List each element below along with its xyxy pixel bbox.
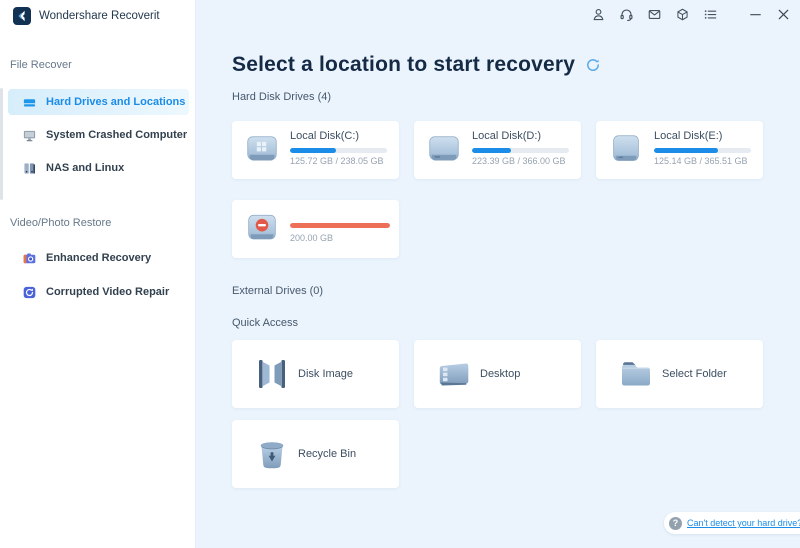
sidebar: Wondershare Recoverit File Recover Hard … — [0, 0, 196, 548]
sidebar-item-label: Enhanced Recovery — [46, 252, 152, 264]
usage-bar — [290, 223, 390, 228]
quick-access-label: Select Folder — [662, 368, 727, 380]
question-icon: ? — [669, 516, 682, 530]
blocked-drive-icon — [248, 214, 276, 240]
camera-icon — [23, 252, 36, 263]
sidebar-item-label: Hard Drives and Locations — [46, 96, 186, 108]
resources-cube-icon[interactable] — [675, 7, 690, 22]
desktop-icon — [439, 363, 469, 386]
drive-card-e[interactable]: Local Disk(E:) 125.14 GB / 365.51 GB — [596, 121, 763, 179]
topbar — [591, 7, 791, 22]
refresh-icon[interactable] — [585, 57, 601, 73]
usage-bar — [472, 148, 569, 153]
recycle-bin-icon — [260, 442, 284, 469]
drive-usage: 125.72 GB / 238.05 GB — [290, 156, 384, 166]
recoverit-logo-icon — [13, 7, 31, 25]
recoverit-window: Wondershare Recoverit File Recover Hard … — [0, 0, 800, 548]
video-repair-icon — [23, 286, 36, 298]
drive-usage: 223.39 GB / 366.00 GB — [472, 156, 566, 166]
sidebar-item-label: System Crashed Computer — [46, 129, 188, 141]
account-icon[interactable] — [591, 7, 606, 22]
quick-access-select-folder[interactable]: Select Folder — [596, 340, 763, 408]
section-label-hard-disk-drives: Hard Disk Drives (4) — [232, 91, 332, 103]
hard-drive-c-icon — [247, 136, 277, 161]
quick-access-recycle-bin[interactable]: Recycle Bin — [232, 420, 399, 488]
usage-bar — [290, 148, 387, 153]
drive-usage: 200.00 GB — [290, 233, 334, 243]
sidebar-item-hard-drives[interactable]: Hard Drives and Locations — [8, 89, 189, 115]
quick-access-label: Desktop — [480, 368, 521, 380]
message-icon[interactable] — [647, 7, 662, 22]
sidebar-item-system-crashed[interactable]: System Crashed Computer — [8, 122, 189, 148]
sidebar-item-label: Corrupted Video Repair — [46, 286, 170, 298]
sidebar-item-enhanced-recovery[interactable]: Enhanced Recovery — [8, 245, 189, 271]
quick-access-desktop[interactable]: Desktop — [414, 340, 581, 408]
hard-drive-icon — [23, 98, 36, 106]
section-label-external-drives: External Drives (0) — [232, 285, 324, 297]
close-button[interactable] — [776, 7, 791, 22]
nas-server-icon — [24, 162, 35, 174]
section-label-file-recover: File Recover — [10, 59, 72, 71]
app-brand: Wondershare Recoverit — [13, 7, 160, 25]
drive-name: Local Disk(D:) — [472, 130, 542, 142]
help-link[interactable]: ? Can't detect your hard drive? — [664, 512, 800, 534]
drive-usage: 125.14 GB / 365.51 GB — [654, 156, 748, 166]
drive-name: Local Disk(C:) — [290, 130, 360, 142]
sidebar-scrollbar[interactable] — [0, 88, 3, 200]
sidebar-item-nas-linux[interactable]: NAS and Linux — [8, 155, 189, 181]
section-label-quick-access: Quick Access — [232, 317, 299, 329]
drive-card-unallocated[interactable]: 200.00 GB — [232, 200, 399, 258]
folder-icon — [622, 362, 651, 386]
quick-access-label: Disk Image — [298, 368, 354, 380]
minimize-button[interactable] — [748, 7, 763, 22]
sidebar-item-corrupted-video-repair[interactable]: Corrupted Video Repair — [8, 279, 189, 305]
support-headset-icon[interactable] — [619, 7, 634, 22]
hard-drive-d-icon — [429, 136, 459, 161]
hard-drive-e-icon — [613, 135, 639, 161]
menu-list-icon[interactable] — [703, 7, 718, 22]
drive-card-c[interactable]: Local Disk(C:) 125.72 GB / 238.05 GB — [232, 121, 399, 179]
page-title-row: Select a location to start recovery — [232, 53, 601, 77]
section-label-video-photo: Video/Photo Restore — [10, 217, 112, 229]
drive-card-d[interactable]: Local Disk(D:) 223.39 GB / 366.00 GB — [414, 121, 581, 179]
page-title: Select a location to start recovery — [232, 53, 576, 76]
drive-name: Local Disk(E:) — [654, 130, 723, 142]
disk-image-icon — [259, 360, 285, 388]
sidebar-item-label: NAS and Linux — [46, 162, 125, 174]
quick-access-label: Recycle Bin — [298, 448, 357, 460]
help-link-text: Can't detect your hard drive? — [687, 518, 800, 528]
crashed-computer-icon — [23, 130, 36, 141]
quick-access-disk-image[interactable]: Disk Image — [232, 340, 399, 408]
usage-bar — [654, 148, 751, 153]
app-title: Wondershare Recoverit — [39, 10, 160, 22]
